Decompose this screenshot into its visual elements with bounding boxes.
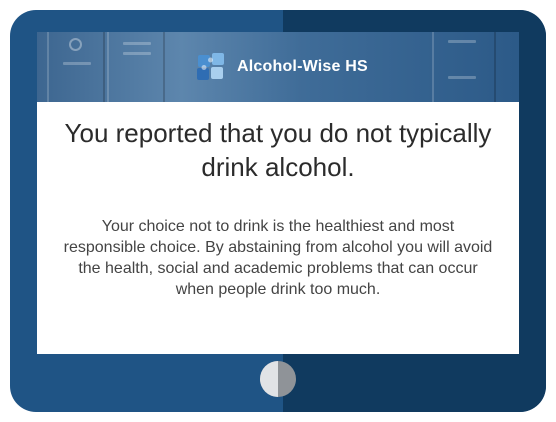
brand: Alcohol-Wise HS xyxy=(195,52,368,82)
app-banner: Alcohol-Wise HS xyxy=(37,32,519,102)
locker-knob-icon xyxy=(69,38,82,51)
tablet-screen: Alcohol-Wise HS You reported that you do… xyxy=(37,32,519,354)
home-button-icon[interactable] xyxy=(260,361,296,397)
puzzle-pieces-icon xyxy=(195,52,227,82)
result-message: Your choice not to drink is the healthie… xyxy=(63,218,493,298)
tablet-frame: Alcohol-Wise HS You reported that you do… xyxy=(10,10,546,412)
locker-vent xyxy=(448,76,476,79)
locker-decoration xyxy=(432,32,496,102)
result-headline: You reported that you do not typically d… xyxy=(64,118,492,182)
app-name: Alcohol-Wise HS xyxy=(237,58,368,75)
home-button-highlight xyxy=(260,361,278,397)
locker-decoration xyxy=(107,32,165,102)
locker-vent xyxy=(123,42,151,45)
locker-decoration xyxy=(47,32,105,102)
locker-vent xyxy=(123,52,151,55)
locker-vent xyxy=(448,40,476,43)
locker-vent xyxy=(63,62,91,65)
